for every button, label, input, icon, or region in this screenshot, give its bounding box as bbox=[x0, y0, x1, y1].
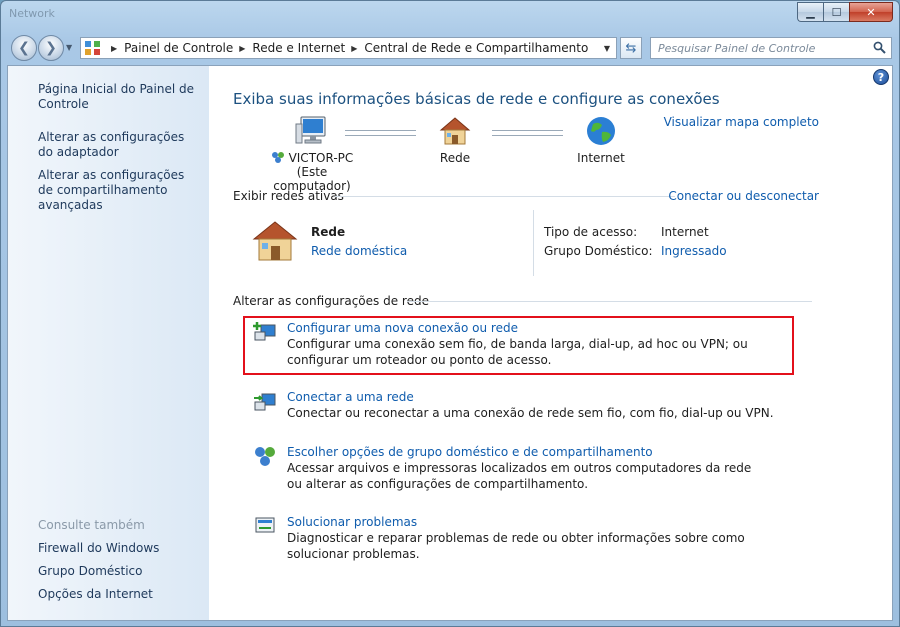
connect-network-icon bbox=[254, 393, 276, 411]
homegroup-label: Grupo Doméstico: bbox=[544, 244, 653, 258]
window: Network ▁ ☐ ✕ ❮ ❯ ▼ ▶ Painel de Controle… bbox=[0, 0, 900, 627]
breadcrumb-central-de-rede[interactable]: Central de Rede e Compartilhamento bbox=[364, 41, 588, 55]
sidebar-link-advanced-sharing[interactable]: Alterar as configurações de compartilham… bbox=[38, 168, 203, 213]
refresh-icon: ⇆ bbox=[625, 40, 637, 56]
sidebar-link-control-panel-home[interactable]: Página Inicial do Painel de Controle bbox=[38, 82, 203, 112]
task-troubleshoot-desc: Diagnosticar e reparar problemas de rede… bbox=[287, 531, 745, 561]
homegroup-link[interactable]: Ingressado bbox=[661, 244, 727, 258]
task-homegroup-sharing: Escolher opções de grupo doméstico e de … bbox=[287, 444, 787, 492]
task-new-connection-link[interactable]: Configurar uma nova conexão ou rede bbox=[287, 320, 787, 336]
see-also-heading: Consulte também bbox=[38, 518, 145, 532]
title-bar[interactable]: Network ▁ ☐ ✕ bbox=[1, 1, 899, 31]
homegroup-icon bbox=[271, 151, 285, 163]
section-divider bbox=[335, 196, 675, 197]
content-frame: Página Inicial do Painel de Controle Alt… bbox=[7, 65, 893, 621]
new-connection-icon bbox=[253, 322, 276, 341]
forward-button[interactable]: ❯ bbox=[38, 35, 64, 61]
change-settings-heading: Alterar as configurações de rede bbox=[233, 294, 429, 308]
sidebar: Página Inicial do Painel de Controle Alt… bbox=[8, 66, 209, 620]
task-connect-network-desc: Conectar ou reconectar a uma conexão de … bbox=[287, 406, 774, 420]
window-title: Network bbox=[9, 7, 55, 20]
breadcrumb-rede-e-internet[interactable]: Rede e Internet bbox=[252, 41, 345, 55]
breadcrumb-arrow-icon[interactable]: ▶ bbox=[351, 44, 357, 53]
task-connect-network-link[interactable]: Conectar a uma rede bbox=[287, 389, 787, 405]
page-title: Exiba suas informações básicas de rede e… bbox=[233, 90, 720, 108]
map-internet[interactable]: Internet bbox=[569, 115, 633, 165]
homegroup-icon bbox=[255, 447, 275, 466]
search-icon[interactable] bbox=[873, 41, 886, 54]
navigation-bar: ❮ ❯ ▼ ▶ Painel de Controle ▶ Rede e Inte… bbox=[1, 31, 899, 65]
sidebar-link-homegroup[interactable]: Grupo Doméstico bbox=[38, 564, 203, 579]
network-label: Rede bbox=[439, 151, 471, 165]
house-icon bbox=[252, 221, 298, 261]
breadcrumb-painel-de-controle[interactable]: Painel de Controle bbox=[124, 41, 233, 55]
house-icon bbox=[439, 117, 471, 145]
view-full-map-link[interactable]: Visualizar mapa completo bbox=[664, 115, 819, 129]
task-connect-network: Conectar a uma rede Conectar ou reconect… bbox=[287, 389, 787, 421]
search-input[interactable] bbox=[658, 41, 868, 55]
caption-buttons: ▁ ☐ ✕ bbox=[797, 2, 893, 22]
active-network-name: Rede bbox=[311, 225, 346, 239]
breadcrumb-arrow-icon[interactable]: ▶ bbox=[239, 44, 245, 53]
help-icon[interactable]: ? bbox=[873, 69, 889, 85]
network-type-link[interactable]: Rede doméstica bbox=[311, 244, 407, 258]
task-homegroup-sharing-desc: Acessar arquivos e impressoras localizad… bbox=[287, 461, 752, 491]
search-box[interactable] bbox=[650, 37, 892, 59]
address-dropdown-icon[interactable]: ▼ bbox=[604, 44, 610, 53]
address-bar[interactable]: ▶ Painel de Controle ▶ Rede e Internet ▶… bbox=[80, 37, 617, 59]
back-button[interactable]: ❮ bbox=[11, 35, 37, 61]
active-networks-heading: Exibir redes ativas bbox=[233, 189, 344, 203]
computer-name: VICTOR-PC bbox=[288, 151, 354, 165]
task-troubleshoot: Solucionar problemas Diagnosticar e repa… bbox=[287, 514, 787, 562]
control-panel-icon bbox=[85, 41, 101, 55]
maximize-button[interactable]: ☐ bbox=[823, 2, 849, 22]
map-connection-line bbox=[345, 130, 416, 136]
vertical-divider bbox=[533, 210, 534, 276]
sidebar-link-firewall[interactable]: Firewall do Windows bbox=[38, 541, 203, 556]
minimize-button[interactable]: ▁ bbox=[797, 2, 823, 22]
breadcrumb-arrow-icon[interactable]: ▶ bbox=[111, 44, 117, 53]
access-type-value: Internet bbox=[661, 225, 709, 239]
task-new-connection-desc: Configurar uma conexão sem fio, de banda… bbox=[287, 337, 748, 367]
recent-pages-dropdown-icon[interactable]: ▼ bbox=[66, 43, 72, 52]
task-homegroup-sharing-link[interactable]: Escolher opções de grupo doméstico e de … bbox=[287, 444, 787, 460]
task-troubleshoot-link[interactable]: Solucionar problemas bbox=[287, 514, 787, 530]
globe-icon bbox=[587, 117, 615, 145]
map-network[interactable]: Rede bbox=[425, 115, 485, 165]
sidebar-link-adapter-settings[interactable]: Alterar as configurações do adaptador bbox=[38, 130, 203, 160]
map-computer[interactable]: VICTOR-PC (Este computador) bbox=[257, 115, 367, 193]
task-new-connection: Configurar uma nova conexão ou rede Conf… bbox=[287, 320, 787, 368]
computer-icon bbox=[295, 116, 326, 144]
troubleshoot-icon bbox=[255, 517, 275, 533]
connect-disconnect-link[interactable]: Conectar ou desconectar bbox=[668, 189, 819, 203]
access-type-label: Tipo de acesso: bbox=[544, 225, 638, 239]
section-divider bbox=[407, 301, 812, 302]
internet-label: Internet bbox=[577, 151, 625, 165]
sidebar-link-internet-options[interactable]: Opções da Internet bbox=[38, 587, 203, 602]
main-panel: ? Exiba suas informações básicas de rede… bbox=[209, 66, 892, 620]
refresh-button[interactable]: ⇆ bbox=[620, 37, 642, 59]
close-button[interactable]: ✕ bbox=[849, 2, 893, 22]
map-connection-line bbox=[492, 130, 563, 136]
